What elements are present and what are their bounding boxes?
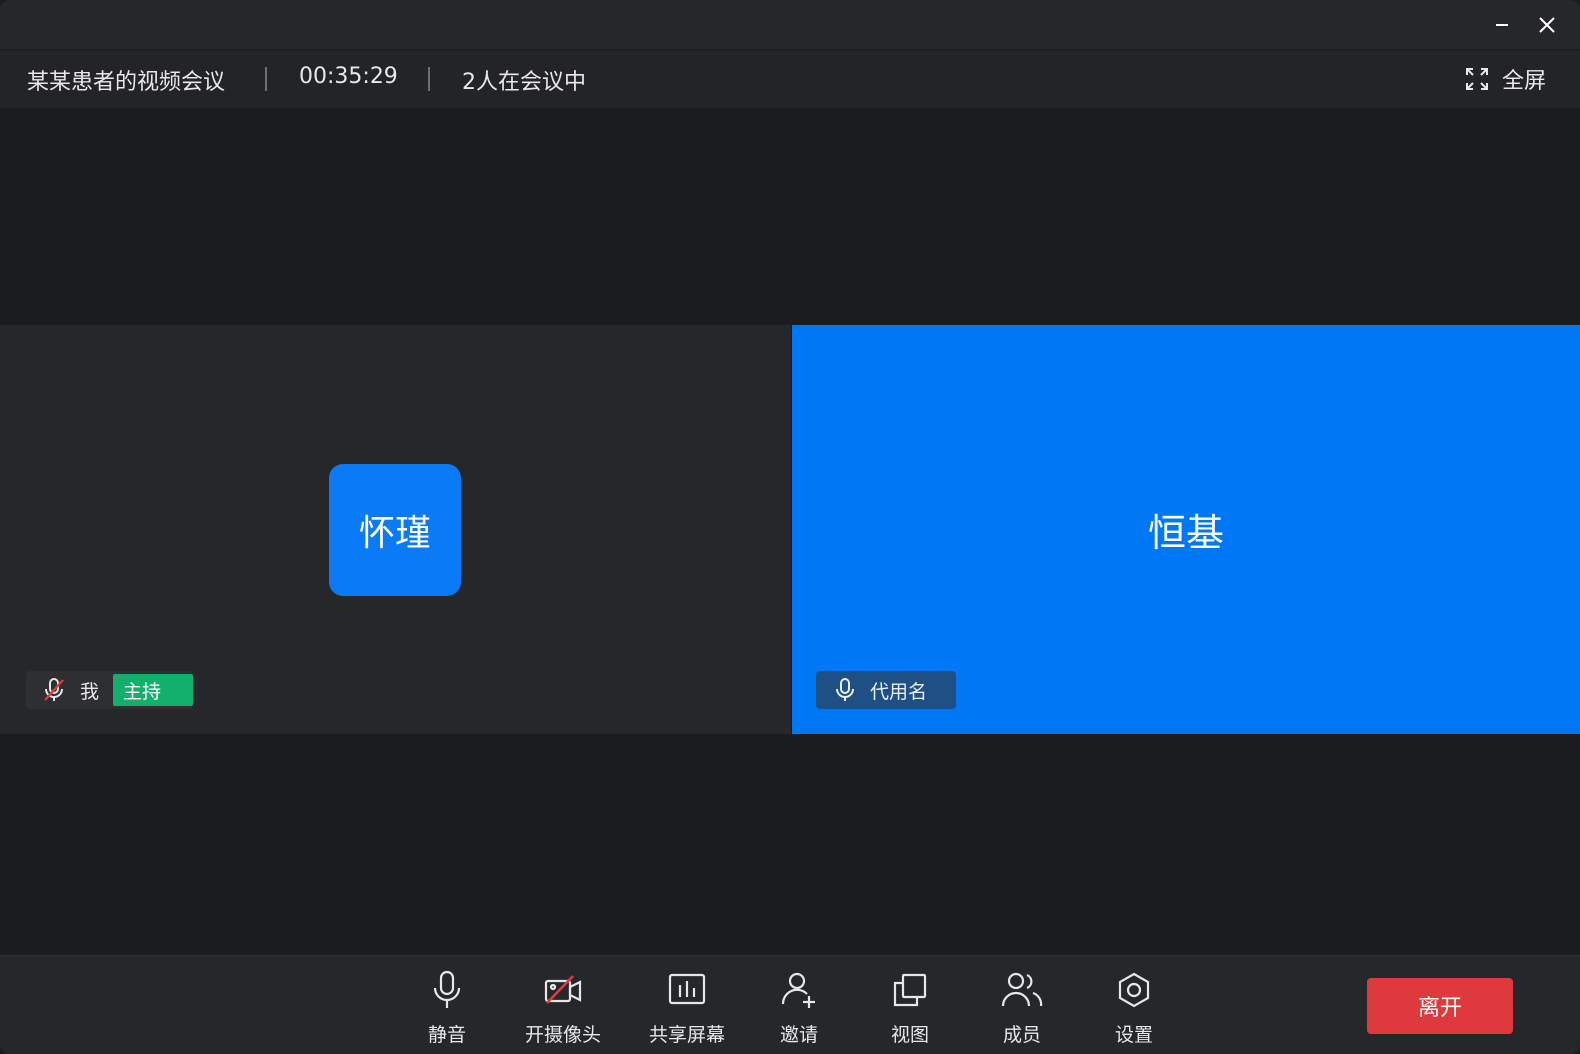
settings-label: 设置 <box>1114 1024 1153 1046</box>
share-screen-icon <box>665 968 709 1012</box>
view-layout-icon <box>888 968 932 1012</box>
camera-off-icon <box>541 968 585 1012</box>
fullscreen-label: 全屏 <box>1502 69 1547 94</box>
meeting-timer: 00:35:29 <box>299 64 398 89</box>
invite-button[interactable]: 邀请 <box>754 968 844 1048</box>
participant-nametag: 代用名 <box>816 671 956 709</box>
camera-button[interactable]: 开摄像头 <box>518 968 608 1048</box>
fullscreen-icon <box>1466 68 1488 90</box>
microphone-muted-icon <box>44 678 64 701</box>
avatar: 怀瑾 <box>329 464 461 596</box>
members-label: 成员 <box>1002 1024 1041 1046</box>
camera-label: 开摄像头 <box>524 1024 601 1046</box>
divider <box>428 67 430 91</box>
participant-count: 2人在会议中 <box>462 70 586 95</box>
participant-nametag: 我 主持 <box>26 671 194 709</box>
minimize-icon <box>1496 24 1508 26</box>
mute-label: 静音 <box>427 1024 466 1046</box>
title-bar <box>0 0 1580 49</box>
share-screen-button[interactable]: 共享屏幕 <box>642 968 732 1048</box>
members-button[interactable]: 成员 <box>977 968 1067 1048</box>
meeting-title: 某某患者的视频会议 <box>27 70 226 95</box>
leave-button[interactable]: 离开 <box>1367 978 1513 1034</box>
close-button[interactable] <box>1530 8 1564 42</box>
video-tile-self[interactable]: 怀瑾 我 主持 <box>0 325 791 734</box>
host-badge: 主持 <box>113 674 194 706</box>
mute-button[interactable]: 静音 <box>402 968 492 1048</box>
microphone-icon <box>425 968 469 1012</box>
video-tile-remote[interactable]: 恒基 代用名 <box>792 325 1580 734</box>
meeting-toolbar: 静音 开摄像头 共享屏幕 邀请 视图 成员 设置 离开 <box>0 955 1580 1054</box>
self-label: 我 <box>80 680 100 703</box>
view-label: 视图 <box>890 1024 929 1046</box>
settings-icon <box>1112 968 1156 1012</box>
meeting-info-bar: 某某患者的视频会议 00:35:29 2人在会议中 全屏 <box>0 50 1580 108</box>
video-stage: 怀瑾 我 主持 恒基 代用名 <box>0 108 1580 954</box>
settings-button[interactable]: 设置 <box>1089 968 1179 1048</box>
fullscreen-button[interactable]: 全屏 <box>1466 62 1546 96</box>
meeting-window: 某某患者的视频会议 00:35:29 2人在会议中 全屏 怀瑾 我 主持 恒基 … <box>0 0 1580 1054</box>
close-icon <box>1539 17 1555 33</box>
share-screen-label: 共享屏幕 <box>648 1024 725 1046</box>
minimize-button[interactable] <box>1485 8 1519 42</box>
microphone-icon <box>836 678 854 701</box>
view-button[interactable]: 视图 <box>865 968 955 1048</box>
invite-user-icon <box>777 968 821 1012</box>
members-icon <box>1000 968 1044 1012</box>
invite-label: 邀请 <box>779 1024 818 1046</box>
participant-name: 代用名 <box>870 680 928 703</box>
divider <box>265 67 267 91</box>
